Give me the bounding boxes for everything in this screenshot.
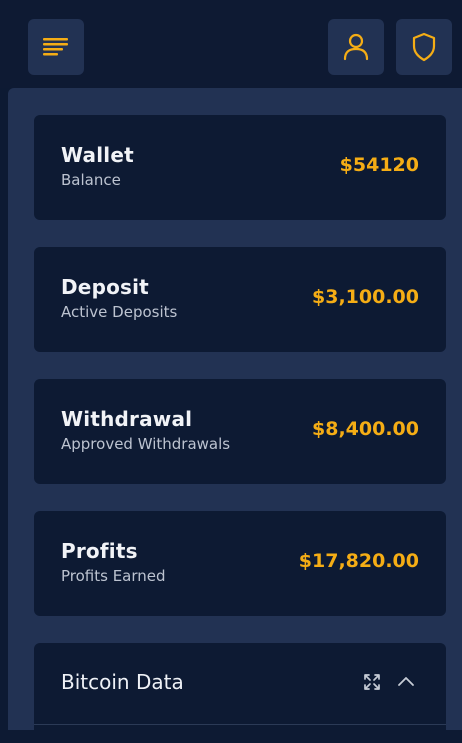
bitcoin-panel-title: Bitcoin Data (61, 670, 184, 694)
card-subtitle: Balance (61, 171, 121, 189)
wallet-card: Wallet Balance $54120 (34, 115, 446, 220)
card-title: Profits (61, 539, 138, 563)
card-subtitle: Active Deposits (61, 303, 178, 321)
withdrawal-card: Withdrawal Approved Withdrawals $8,400.0… (34, 379, 446, 484)
expand-icon[interactable] (363, 673, 381, 691)
deposit-value: $3,100.00 (312, 286, 419, 308)
menu-button[interactable] (28, 19, 84, 75)
top-navigation-bar (0, 0, 462, 88)
card-title: Wallet (61, 143, 134, 167)
profits-value: $17,820.00 (298, 550, 419, 572)
shield-icon (412, 32, 436, 62)
card-subtitle: Profits Earned (61, 567, 166, 585)
profits-card: Profits Profits Earned $17,820.00 (34, 511, 446, 616)
wallet-balance-value: $54120 (339, 154, 419, 176)
panel-divider (34, 724, 446, 725)
card-title: Withdrawal (61, 407, 193, 431)
user-icon (343, 33, 369, 61)
dashboard-content: Wallet Balance $54120 Deposit Active Dep… (8, 88, 462, 743)
withdrawal-value: $8,400.00 (312, 418, 419, 440)
bitcoin-data-panel: Bitcoin Data (34, 643, 446, 743)
chevron-up-icon[interactable] (397, 673, 415, 691)
user-profile-button[interactable] (328, 19, 384, 75)
card-subtitle: Approved Withdrawals (61, 435, 231, 453)
card-title: Deposit (61, 275, 149, 299)
security-button[interactable] (396, 19, 452, 75)
menu-lines-icon (43, 38, 68, 56)
deposit-card: Deposit Active Deposits $3,100.00 (34, 247, 446, 352)
